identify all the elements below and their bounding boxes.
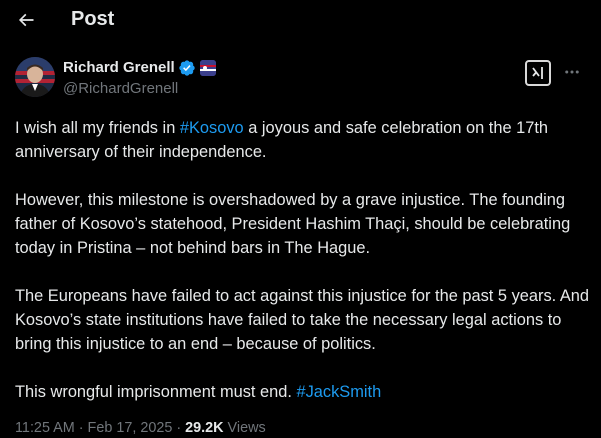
affiliation-badge-icon[interactable] <box>199 60 216 76</box>
views-label: Views <box>223 420 266 436</box>
post-text: I wish all my friends in #Kosovo a joyou… <box>15 116 590 404</box>
meta-separator: · <box>74 420 88 436</box>
post-paragraph-2: However, this milestone is overshadowed … <box>15 191 571 257</box>
author-name-row: Richard Grenell <box>63 58 216 78</box>
post-text-segment: This wrongful imprisonment must end. <box>15 383 297 401</box>
hashtag-kosovo-link[interactable]: #Kosovo <box>180 119 244 137</box>
post-paragraph-1: I wish all my friends in #Kosovo a joyou… <box>15 116 590 164</box>
avatar-image <box>15 57 55 97</box>
post-paragraph-4: This wrongful imprisonment must end. #Ja… <box>15 380 590 404</box>
arrow-left-icon <box>18 13 34 27</box>
meta-separator: · <box>172 420 186 436</box>
post-header: Post <box>0 0 601 40</box>
post-metadata: 11:25 AM · Feb 17, 2025 · 29.2K Views <box>15 418 266 438</box>
hashtag-jacksmith-link[interactable]: #JackSmith <box>296 383 381 401</box>
author-handle[interactable]: @RichardGrenell <box>63 79 178 99</box>
author-display-name[interactable]: Richard Grenell <box>63 58 175 78</box>
post-date[interactable]: Feb 17, 2025 <box>88 420 173 436</box>
post-time[interactable]: 11:25 AM <box>15 420 75 436</box>
page-title: Post <box>71 8 115 30</box>
grok-button[interactable] <box>525 60 551 86</box>
grok-icon <box>532 67 543 79</box>
more-options-button[interactable] <box>560 60 584 84</box>
post-paragraph-3: The Europeans have failed to act against… <box>15 287 590 353</box>
back-button[interactable] <box>8 2 44 38</box>
more-horizontal-icon <box>565 70 579 74</box>
views-count[interactable]: 29.2K <box>185 420 223 436</box>
post-text-segment: I wish all my friends in <box>15 119 180 137</box>
avatar[interactable] <box>15 57 55 97</box>
verified-badge-icon[interactable] <box>178 59 196 77</box>
